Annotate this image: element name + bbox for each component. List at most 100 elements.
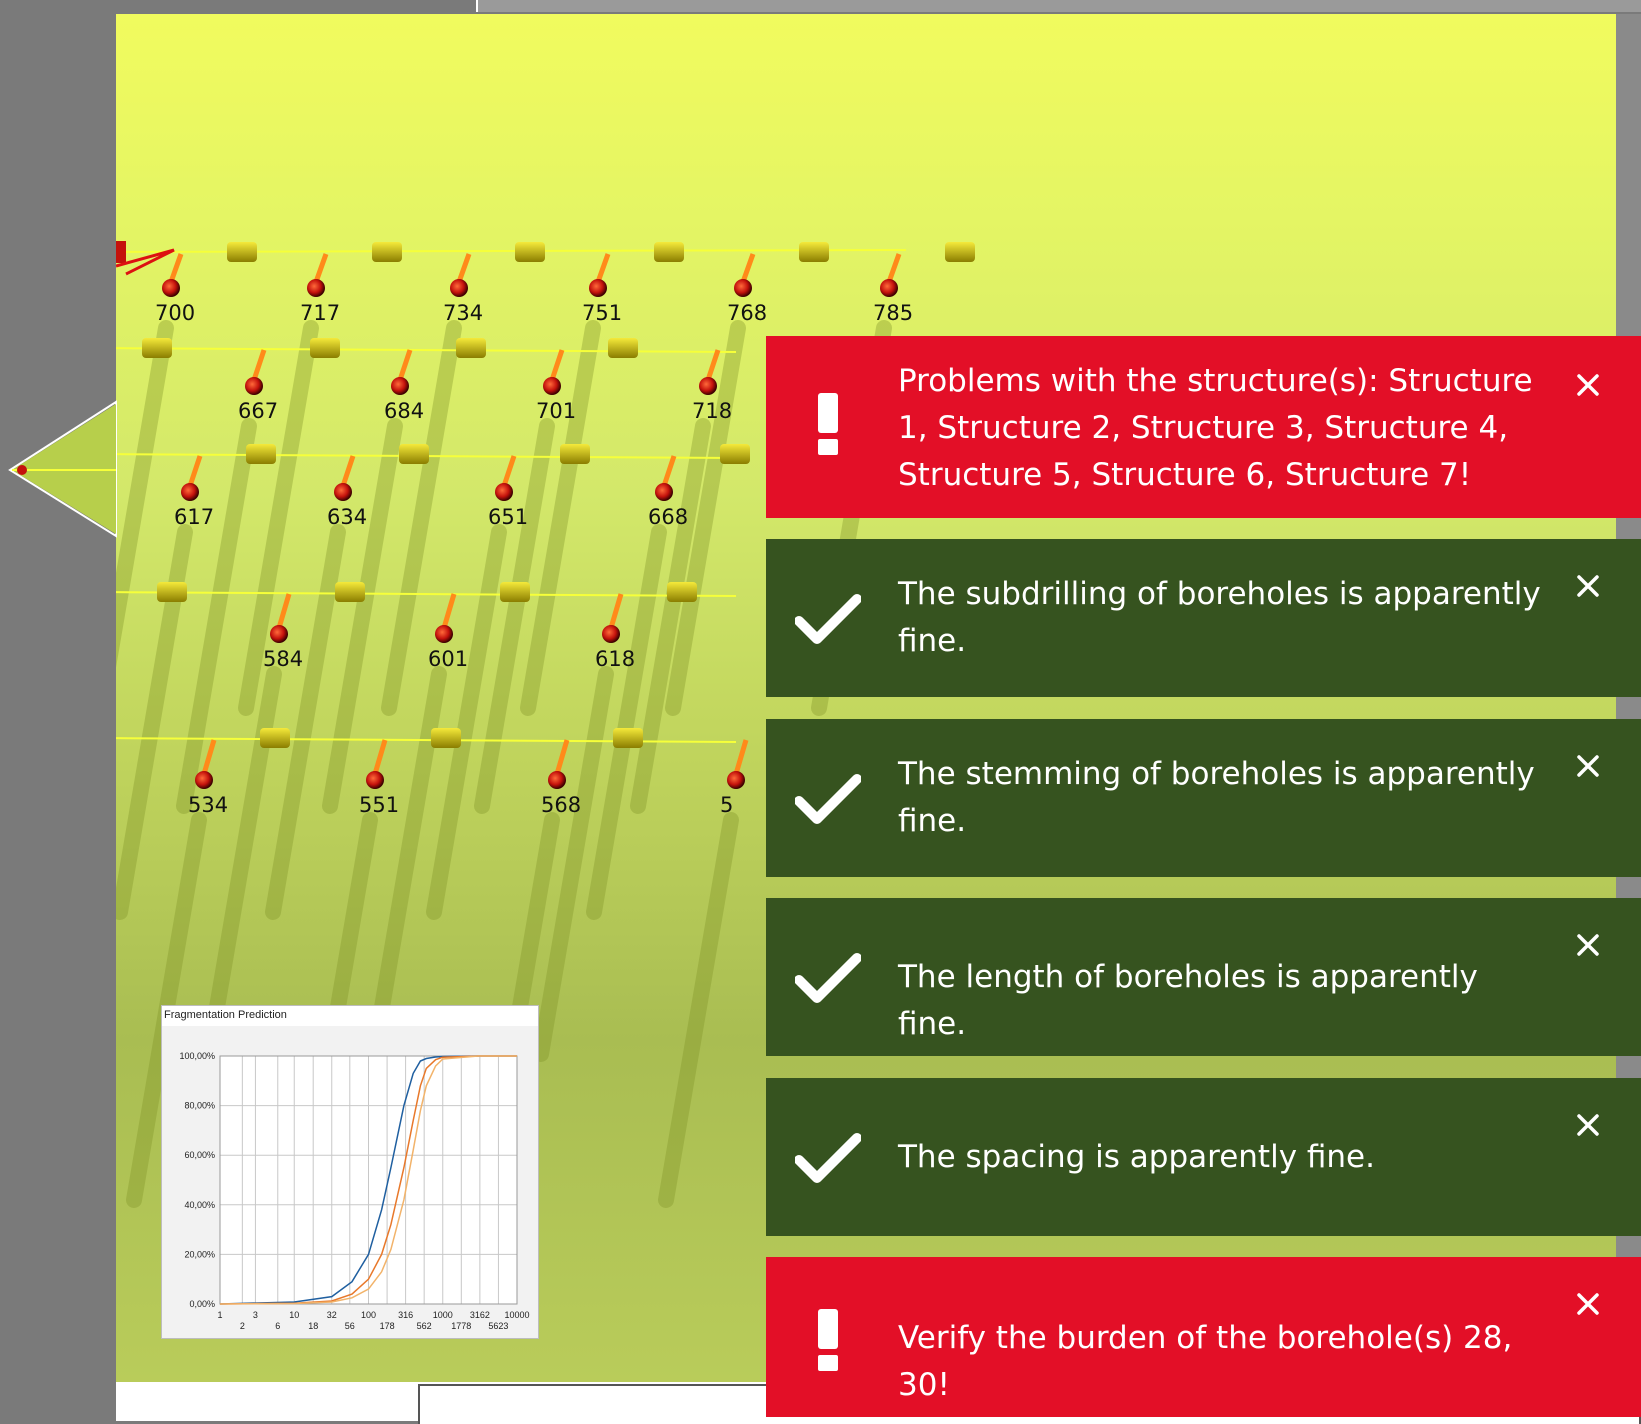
toast-message: The spacing is apparently fine. xyxy=(898,1139,1375,1175)
borehole-marker[interactable] xyxy=(245,377,263,395)
x-tick-label: 100 xyxy=(361,1310,376,1320)
x-tick-label: 18 xyxy=(308,1321,318,1331)
borehole-marker[interactable] xyxy=(495,483,513,501)
x-tick-label: 3 xyxy=(253,1310,258,1320)
borehole-marker[interactable] xyxy=(727,771,745,789)
y-tick-label: 100,00% xyxy=(179,1051,215,1061)
borehole-marker[interactable] xyxy=(548,771,566,789)
exclamation-icon xyxy=(788,1297,868,1382)
checkmark-icon xyxy=(788,759,868,839)
borehole-label: 617 xyxy=(174,505,214,529)
booster-marker xyxy=(560,444,590,464)
x-tick-label: 1000 xyxy=(433,1310,453,1320)
close-icon[interactable] xyxy=(1571,569,1605,603)
borehole-marker[interactable] xyxy=(655,483,673,501)
booster-marker xyxy=(654,242,684,262)
borehole-label: 601 xyxy=(428,647,468,671)
close-icon[interactable] xyxy=(1571,749,1605,783)
close-icon[interactable] xyxy=(1571,928,1605,962)
borehole-label: 785 xyxy=(873,301,913,325)
booster-marker xyxy=(667,582,697,602)
exclamation-icon xyxy=(788,381,868,466)
checkmark-icon xyxy=(788,1118,868,1198)
callout-pointer xyxy=(8,400,117,538)
close-icon[interactable] xyxy=(1571,1287,1605,1321)
borehole-label: 618 xyxy=(595,647,635,671)
x-tick-label: 56 xyxy=(345,1321,355,1331)
borehole-marker[interactable] xyxy=(435,625,453,643)
borehole-marker[interactable] xyxy=(307,279,325,297)
borehole-marker[interactable] xyxy=(880,279,898,297)
borehole-label: 651 xyxy=(488,505,528,529)
toast-structure-problems: Problems with the structure(s): Structur… xyxy=(766,336,1641,518)
toast-length: The length of boreholes is apparently fi… xyxy=(766,898,1641,1056)
borehole-marker[interactable] xyxy=(270,625,288,643)
x-tick-label: 10000 xyxy=(504,1310,529,1320)
borehole-label: 700 xyxy=(155,301,195,325)
booster-marker xyxy=(456,338,486,358)
y-tick-label: 20,00% xyxy=(184,1249,215,1259)
x-tick-label: 6 xyxy=(275,1321,280,1331)
x-tick-label: 2 xyxy=(240,1321,245,1331)
borehole-label: 634 xyxy=(327,505,367,529)
borehole-marker[interactable] xyxy=(699,377,717,395)
borehole-marker[interactable] xyxy=(195,771,213,789)
x-tick-label: 1778 xyxy=(451,1321,471,1331)
toast-stemming: The stemming of boreholes is apparently … xyxy=(766,719,1641,877)
borehole-label: 751 xyxy=(582,301,622,325)
borehole-marker[interactable] xyxy=(162,279,180,297)
x-tick-label: 10 xyxy=(289,1310,299,1320)
borehole-label: 684 xyxy=(384,399,424,423)
booster-marker xyxy=(142,338,172,358)
fragmentation-prediction-chart[interactable]: Fragmentation Prediction 0,00% 20,00% 40,0… xyxy=(161,1005,539,1339)
booster-marker xyxy=(310,338,340,358)
borehole-label: 717 xyxy=(300,301,340,325)
borehole-label: 667 xyxy=(238,399,278,423)
x-tick-label: 1 xyxy=(217,1310,222,1320)
booster-marker xyxy=(608,338,638,358)
booster-marker xyxy=(335,582,365,602)
borehole-marker[interactable] xyxy=(334,483,352,501)
booster-marker xyxy=(431,728,461,748)
close-icon[interactable] xyxy=(1571,368,1605,402)
y-tick-label: 40,00% xyxy=(184,1200,215,1210)
x-tick-label: 178 xyxy=(380,1321,395,1331)
y-tick-label: 80,00% xyxy=(184,1101,215,1111)
borehole-marker[interactable] xyxy=(589,279,607,297)
x-tick-label: 316 xyxy=(398,1310,413,1320)
borehole-marker[interactable] xyxy=(602,625,620,643)
y-tick-label: 0,00% xyxy=(189,1299,215,1309)
fragmentation-plot: 0,00% 20,00% 40,00% 60,00% 80,00% 100,00% 1 3 10… xyxy=(179,1051,529,1331)
borehole-marker[interactable] xyxy=(543,377,561,395)
booster-marker xyxy=(613,728,643,748)
booster-marker xyxy=(246,444,276,464)
checkmark-icon xyxy=(788,579,868,659)
borehole-marker[interactable] xyxy=(391,377,409,395)
checkmark-icon xyxy=(788,938,868,1018)
borehole-marker[interactable] xyxy=(734,279,752,297)
close-icon[interactable] xyxy=(1571,1108,1605,1142)
toast-message: The stemming of boreholes is apparently … xyxy=(898,756,1535,839)
borehole-label: 701 xyxy=(536,399,576,423)
x-tick-label: 562 xyxy=(417,1321,432,1331)
x-tick-label: 5623 xyxy=(488,1321,508,1331)
borehole-label: 551 xyxy=(359,793,399,817)
borehole-marker[interactable] xyxy=(366,771,384,789)
booster-marker xyxy=(399,444,429,464)
borehole-label: 668 xyxy=(648,505,688,529)
booster-marker xyxy=(720,444,750,464)
booster-marker xyxy=(799,242,829,262)
borehole-marker[interactable] xyxy=(181,483,199,501)
toast-subdrilling: The subdrilling of boreholes is apparent… xyxy=(766,539,1641,697)
booster-marker xyxy=(500,582,530,602)
borehole-label: 568 xyxy=(541,793,581,817)
x-tick-label: 3162 xyxy=(470,1310,490,1320)
y-tick-label: 60,00% xyxy=(184,1150,215,1160)
borehole-marker[interactable] xyxy=(450,279,468,297)
borehole-label: 768 xyxy=(727,301,767,325)
booster-marker xyxy=(945,242,975,262)
toast-message: The length of boreholes is apparently fi… xyxy=(898,959,1478,1042)
booster-marker xyxy=(515,242,545,262)
booster-marker xyxy=(227,242,257,262)
borehole-label: 718 xyxy=(692,399,732,423)
